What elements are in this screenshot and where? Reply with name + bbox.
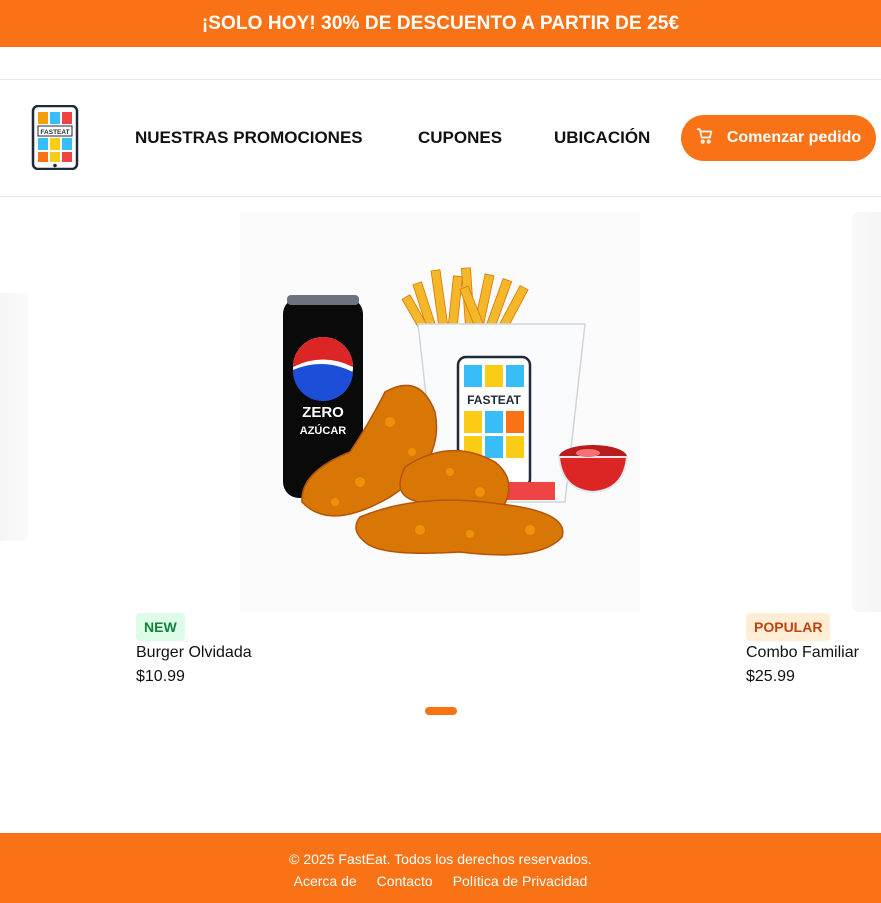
combo-image[interactable]: ZERO AZÚCAR FASTEAT <box>240 212 640 612</box>
next-slide-image[interactable] <box>852 212 881 612</box>
site-footer: © 2025 FastEat. Todos los derechos reser… <box>0 833 881 903</box>
fasteat-logo[interactable]: FASTEAT <box>30 104 80 171</box>
promo-text: ¡SOLO HOY! 30% DE DESCUENTO A PARTIR DE … <box>201 12 680 34</box>
cart-icon <box>696 127 714 150</box>
svg-text:ZERO: ZERO <box>302 404 344 421</box>
start-order-button[interactable]: Comenzar pedido <box>681 115 876 161</box>
footer-link-contact[interactable]: Contacto <box>377 873 433 889</box>
site-header: FASTEAT NUESTRAS PROMOCIONES CUPONES UBI… <box>0 79 881 197</box>
svg-text:FASTEAT: FASTEAT <box>40 129 69 136</box>
svg-text:AZÚCAR: AZÚCAR <box>300 424 346 437</box>
product-name: Burger Olvidada <box>136 644 252 661</box>
popular-badge: POPULAR <box>746 613 831 641</box>
previous-slide-image[interactable] <box>0 293 28 541</box>
nav-promociones[interactable]: NUESTRAS PROMOCIONES <box>135 128 363 148</box>
product-card-burger-olvidada[interactable]: NEW Burger Olvidada $10.99 <box>136 613 252 686</box>
carousel-active-dot[interactable] <box>425 707 457 715</box>
product-price: $10.99 <box>136 668 185 685</box>
footer-links: Acerca de Contacto Política de Privacida… <box>0 873 881 889</box>
promo-banner: ¡SOLO HOY! 30% DE DESCUENTO A PARTIR DE … <box>0 0 881 47</box>
ketchup-cup <box>557 445 629 494</box>
footer-link-about[interactable]: Acerca de <box>294 873 357 889</box>
product-name: Combo Familiar <box>746 644 859 661</box>
product-price: $25.99 <box>746 668 795 685</box>
start-order-label: Comenzar pedido <box>726 129 862 146</box>
product-card-combo-familiar[interactable]: POPULAR Combo Familiar $25.99 <box>746 613 859 686</box>
nav-cupones[interactable]: CUPONES <box>418 128 502 148</box>
footer-link-privacy[interactable]: Política de Privacidad <box>453 873 588 889</box>
new-badge: NEW <box>136 613 185 641</box>
copyright-text: © 2025 FastEat. Todos los derechos reser… <box>289 851 592 867</box>
svg-text:FASTEAT: FASTEAT <box>467 393 521 407</box>
product-carousel[interactable]: ZERO AZÚCAR FASTEAT NEW Burger Olvidada … <box>0 197 881 717</box>
nav-ubicacion[interactable]: UBICACIÓN <box>554 128 650 148</box>
